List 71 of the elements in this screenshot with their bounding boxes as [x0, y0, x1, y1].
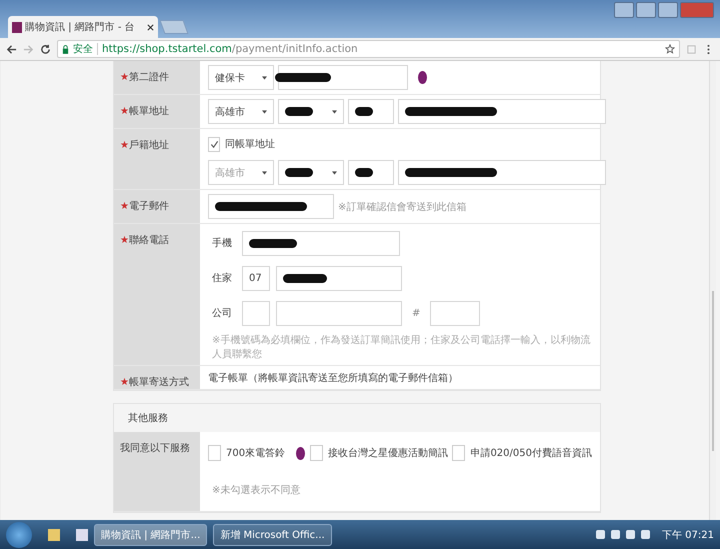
caret-icon [332, 170, 337, 174]
consent-note: ※未勾選表示不同意 [212, 484, 302, 497]
district-select[interactable] [278, 160, 344, 185]
field-label: ★戶籍地址 [120, 140, 169, 151]
back-arrow-icon[interactable] [6, 44, 17, 54]
phone-type-label: 公司 [212, 307, 233, 320]
street-address-field[interactable] [398, 99, 606, 124]
address-bar[interactable]: 安全 https://shop.tstartel.com/payment/initInfo.action [57, 40, 680, 58]
field-label: ★第二證件 [120, 72, 169, 83]
phone-number-field[interactable] [276, 266, 402, 290]
area-code-field[interactable]: 07 [242, 266, 270, 290]
city-select[interactable]: 高雄市 [208, 99, 274, 124]
tab-title: 購物資訊 | 網路門市 - 台 [25, 20, 136, 34]
street-address-field[interactable] [398, 160, 606, 185]
redaction-mark [285, 107, 313, 116]
caret-icon [332, 110, 337, 114]
caret-icon [262, 76, 267, 80]
extension-field[interactable] [430, 300, 480, 326]
field-label: ★帳單寄送方式 [120, 377, 189, 388]
district-select[interactable] [278, 99, 344, 124]
start-button[interactable] [6, 522, 32, 548]
redaction-mark [283, 274, 327, 282]
checkbox[interactable] [452, 445, 466, 461]
url-text: https://shop.tstartel.com/payment/initInfo.action [102, 43, 359, 55]
caret-icon [262, 170, 267, 174]
clock: 下午 07:21 [662, 528, 714, 542]
field-label: ★聯絡電話 [120, 235, 169, 246]
mobile-field[interactable] [242, 230, 400, 256]
scrollbar[interactable] [709, 61, 716, 520]
checkbox[interactable] [310, 445, 323, 461]
checkbox-label: 接收台灣之星優惠活動簡訊 [328, 446, 448, 460]
checkbox[interactable] [208, 136, 220, 152]
postcode-field[interactable] [348, 99, 394, 124]
site-logo-icon [12, 22, 22, 32]
section-title: 其他服務 [128, 412, 168, 425]
phone-type-label: 住家 [212, 272, 233, 285]
redaction-mark [249, 238, 297, 248]
phone-number-field[interactable] [276, 300, 402, 326]
redaction-mark [275, 73, 331, 82]
checkbox-label: 同帳單地址 [225, 138, 275, 151]
browser-tab[interactable]: 購物資訊 | 網路門市 - 台 [8, 16, 158, 38]
phone-type-label: 手機 [212, 236, 233, 250]
minimize-button[interactable] [636, 2, 656, 18]
close-icon[interactable] [147, 24, 154, 30]
caret-icon [262, 110, 267, 114]
phone-note: ※手機號碼為必填欄位，作為發送訂單簡訊使用；住家及公司電話擇一輸入，以利物流人員聯繫您 [212, 334, 592, 361]
checkbox-label: 700來電答鈴 [226, 446, 286, 460]
lock-icon [62, 44, 69, 54]
id-type-select[interactable]: 健保卡 [208, 65, 274, 90]
info-icon[interactable] [296, 446, 306, 460]
reload-icon[interactable] [40, 44, 51, 54]
postcode-field[interactable] [348, 160, 394, 185]
secure-label: 安全 [73, 42, 93, 56]
redaction-mark [285, 168, 313, 177]
field-label: 我同意以下服務 [120, 443, 190, 454]
info-icon[interactable] [418, 71, 427, 84]
field-label: ★電子郵件 [120, 201, 169, 212]
bookmark-star-icon[interactable] [665, 44, 675, 54]
checkbox[interactable] [208, 445, 221, 461]
checkbox-label: 申請020/050付費語音資訊 [470, 446, 592, 460]
id-number-field[interactable] [278, 65, 408, 90]
redaction-mark [355, 107, 373, 116]
email-note: ※訂單確認信會寄送到此信箱 [338, 200, 466, 214]
redaction-mark [355, 168, 373, 177]
field-label: ★帳單地址 [120, 106, 169, 117]
email-field[interactable] [208, 194, 334, 219]
maximize-button[interactable] [658, 2, 678, 18]
taskbar-button[interactable]: 新增 Microsoft Offic... [213, 524, 332, 546]
area-code-field[interactable] [242, 300, 270, 326]
billing-method-text: 電子帳單（將帳單資訊寄送至您所填寫的電子郵件信箱） [208, 372, 459, 384]
extension-separator: # [412, 308, 420, 318]
